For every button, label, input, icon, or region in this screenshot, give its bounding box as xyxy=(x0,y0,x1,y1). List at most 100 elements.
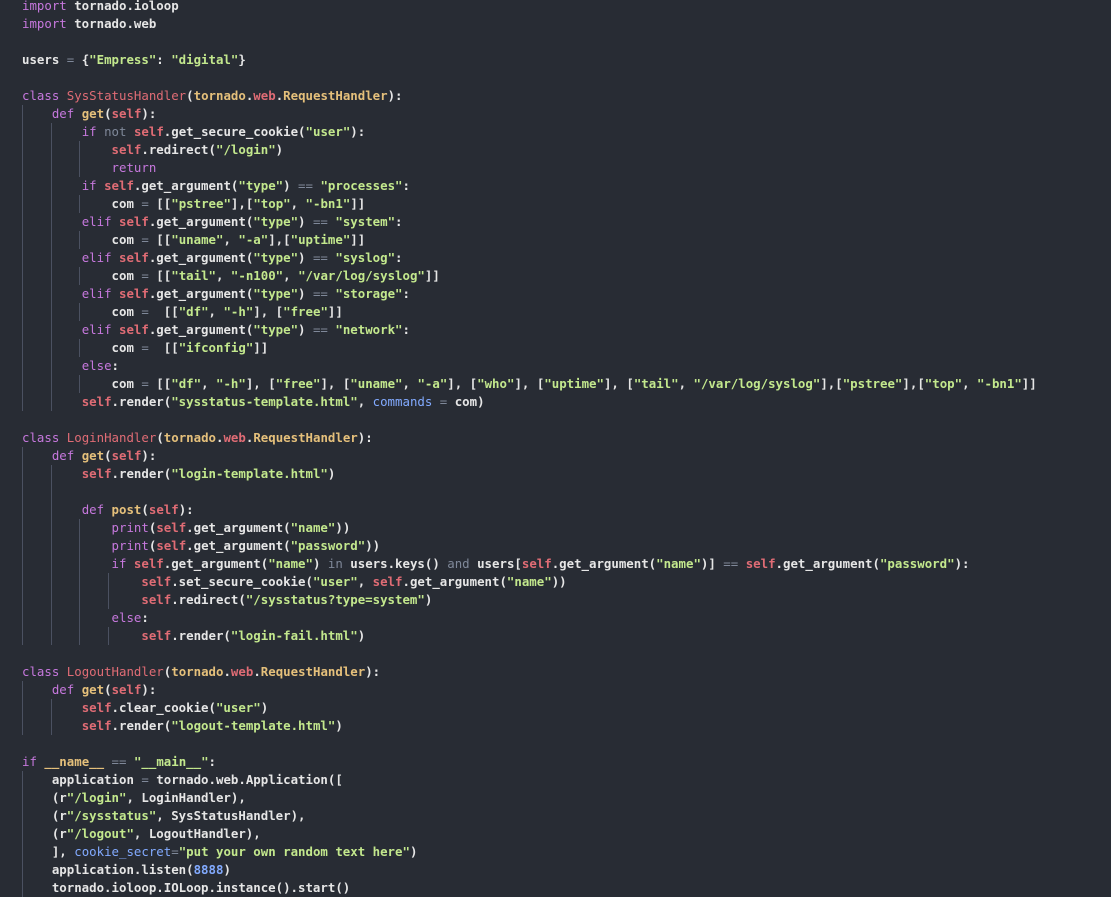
code-token: tornado xyxy=(193,88,246,103)
code-token: ],[ xyxy=(230,196,254,211)
code-view[interactable]: import tornado.ioloop import tornado.web u… xyxy=(22,0,1037,897)
indent-guide xyxy=(50,393,52,411)
code-line: if self.get_argument("name") in users.ke… xyxy=(22,555,1037,573)
code-token: elif xyxy=(81,250,112,265)
code-token: . xyxy=(223,664,231,679)
code-token: web xyxy=(230,664,254,679)
code-token: ( xyxy=(141,502,149,517)
code-token: self xyxy=(81,394,112,409)
code-token: "pstree" xyxy=(842,376,903,391)
code-token: if xyxy=(81,178,97,193)
code-token: )) xyxy=(335,520,351,535)
code-token: self xyxy=(119,250,149,265)
code-token: tornado xyxy=(171,664,224,679)
code-token: ) xyxy=(298,286,313,301)
code-token: "-bn1" xyxy=(305,196,351,211)
indent-guide xyxy=(22,375,23,393)
code-token: "uptime" xyxy=(290,232,351,247)
code-token: ): xyxy=(141,682,157,697)
code-token: ): xyxy=(178,502,194,517)
code-token: ) xyxy=(409,844,418,859)
code-token: ]] xyxy=(253,340,269,355)
indent-guide xyxy=(50,231,52,249)
code-line: elif self.get_argument("type") == "syslo… xyxy=(22,249,1037,267)
code-token: == xyxy=(312,322,328,337)
code-token: (r xyxy=(51,790,67,805)
code-token: web xyxy=(253,88,276,103)
code-token: tornado.ioloop xyxy=(66,0,179,13)
code-token: : xyxy=(402,286,410,301)
code-token: get xyxy=(81,682,105,697)
code-token: "Empress" xyxy=(89,52,157,67)
indent-guide xyxy=(22,321,23,339)
code-line: self.render("logout-template.html") xyxy=(22,717,1037,735)
code-line: def post(self): xyxy=(22,501,1037,519)
code-token: "-bn1" xyxy=(977,376,1022,391)
code-token: .get_argument( xyxy=(551,556,657,571)
indent-guide xyxy=(22,465,23,483)
code-line: com = [["df", "-h"], ["free"]] xyxy=(22,303,1037,321)
code-token: "df" xyxy=(178,304,209,319)
code-token: ]] xyxy=(350,232,366,247)
code-token: __name__ xyxy=(44,754,105,769)
code-line: print(self.get_argument("name")) xyxy=(22,519,1037,537)
code-token: .render( xyxy=(111,466,172,481)
code-token: == xyxy=(723,556,739,571)
code-token: if xyxy=(22,754,37,769)
indent-guide xyxy=(50,609,52,627)
code-token: class xyxy=(22,664,60,679)
code-token: .redirect( xyxy=(171,592,246,607)
indent-guide xyxy=(79,537,81,555)
code-token: "/sysstatus?type=system" xyxy=(245,592,425,607)
code-token: "/var/log/syslog" xyxy=(693,376,821,391)
code-token: web xyxy=(223,430,246,445)
code-token: import xyxy=(22,0,67,13)
code-token: users xyxy=(22,52,67,67)
code-token: .get_secure_cookie( xyxy=(163,124,306,139)
indent-guide xyxy=(22,627,23,645)
code-token: self xyxy=(141,592,172,607)
code-token: self xyxy=(148,502,179,517)
code-line: class LoginHandler(tornado.web.RequestHa… xyxy=(22,429,1037,447)
code-token: ( xyxy=(156,430,164,445)
code-token: self xyxy=(156,538,187,553)
code-token: .clear_cookie( xyxy=(111,700,216,715)
indent-guide xyxy=(22,555,23,573)
indent-guide xyxy=(22,573,23,591)
code-token: = xyxy=(141,304,149,319)
code-token: ) xyxy=(298,250,313,265)
code-token: com xyxy=(111,268,142,283)
code-editor[interactable]: import tornado.ioloop import tornado.web u… xyxy=(0,0,1111,897)
indent-guide xyxy=(108,591,110,609)
code-token: [[ xyxy=(148,340,179,355)
code-token: "type" xyxy=(253,322,299,337)
indent-guide xyxy=(50,573,52,591)
indent-guide xyxy=(79,303,81,321)
code-token: cookie_secret xyxy=(74,844,172,859)
code-token: )) xyxy=(365,538,381,553)
indent-guide xyxy=(22,195,23,213)
code-token: : xyxy=(402,178,410,193)
code-token: )] xyxy=(700,556,724,571)
indent-guide xyxy=(50,177,52,195)
code-line: com = [["pstree"],["top", "-bn1"]] xyxy=(22,195,1037,213)
code-token: , xyxy=(357,394,373,409)
indent-guide xyxy=(22,879,23,897)
code-token: users[ xyxy=(469,556,522,571)
code-token: "type" xyxy=(238,178,284,193)
indent-guide xyxy=(79,627,81,645)
code-token: ], [ xyxy=(603,376,634,391)
code-token: if xyxy=(81,124,97,139)
code-token: "user" xyxy=(305,124,351,139)
code-token: if xyxy=(111,556,127,571)
